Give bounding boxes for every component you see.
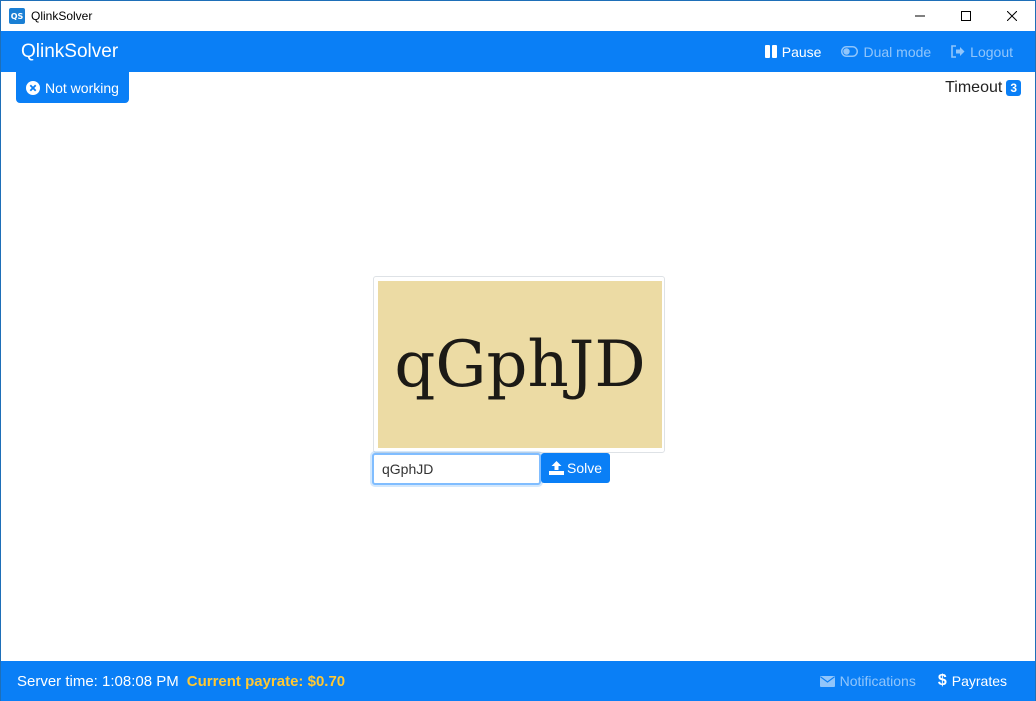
dollar-icon: $ [937,672,947,689]
toggle-icon [841,46,859,57]
brand-title[interactable]: QlinkSolver [21,41,118,63]
window-titlebar: QS QlinkSolver [1,1,1035,31]
timeout-indicator: Timeout 3 [945,79,1021,97]
window-title: QlinkSolver [31,9,93,23]
timeout-badge: 3 [1006,80,1021,96]
minimize-icon [915,15,925,17]
logout-button[interactable]: Logout [951,44,1013,60]
dual-mode-label: Dual mode [863,43,932,60]
footer-actions: Notifications $ Payrates [819,661,1007,701]
pause-label: Pause [781,43,822,60]
close-button[interactable] [989,1,1035,31]
pause-button[interactable]: Pause [764,43,822,60]
not-working-button[interactable]: Not working [16,72,129,103]
envelope-icon [819,675,835,687]
payrates-label: Payrates [951,673,1007,689]
pause-icon [764,45,777,58]
not-working-label: Not working [45,79,119,96]
logout-icon [951,45,965,58]
circle-x-icon [26,80,40,95]
app-logo-icon: QS [9,8,25,24]
captcha-answer-input[interactable] [372,453,541,485]
logout-label: Logout [970,43,1013,60]
upload-icon [549,461,564,475]
captcha-frame: qGphJD [373,276,665,453]
timeout-label: Timeout [945,79,1003,96]
notifications-button[interactable]: Notifications [819,673,916,689]
current-payrate: Current payrate: $0.70 [186,672,346,690]
notifications-label: Notifications [839,673,916,689]
server-time: Server time: 1:08:08 PM [17,672,179,690]
minimize-button[interactable] [897,1,943,31]
status-footer: Server time: 1:08:08 PM Current payrate:… [1,661,1035,701]
solve-label: Solve [567,460,603,476]
maximize-icon [961,11,971,21]
app-navbar: QlinkSolver Pause Dual mode Logout [1,31,1035,72]
close-icon [1007,11,1017,21]
captcha-image: qGphJD [378,281,662,448]
solve-button[interactable]: Solve [541,453,611,483]
navbar-actions: Pause Dual mode Logout [764,31,1013,72]
maximize-button[interactable] [943,1,989,31]
dual-mode-button[interactable]: Dual mode [841,44,931,60]
window-controls [897,1,1035,31]
payrates-button[interactable]: $ Payrates [938,672,1007,690]
answer-row: Solve [372,453,611,485]
captcha-image-text: qGphJD [394,327,646,402]
